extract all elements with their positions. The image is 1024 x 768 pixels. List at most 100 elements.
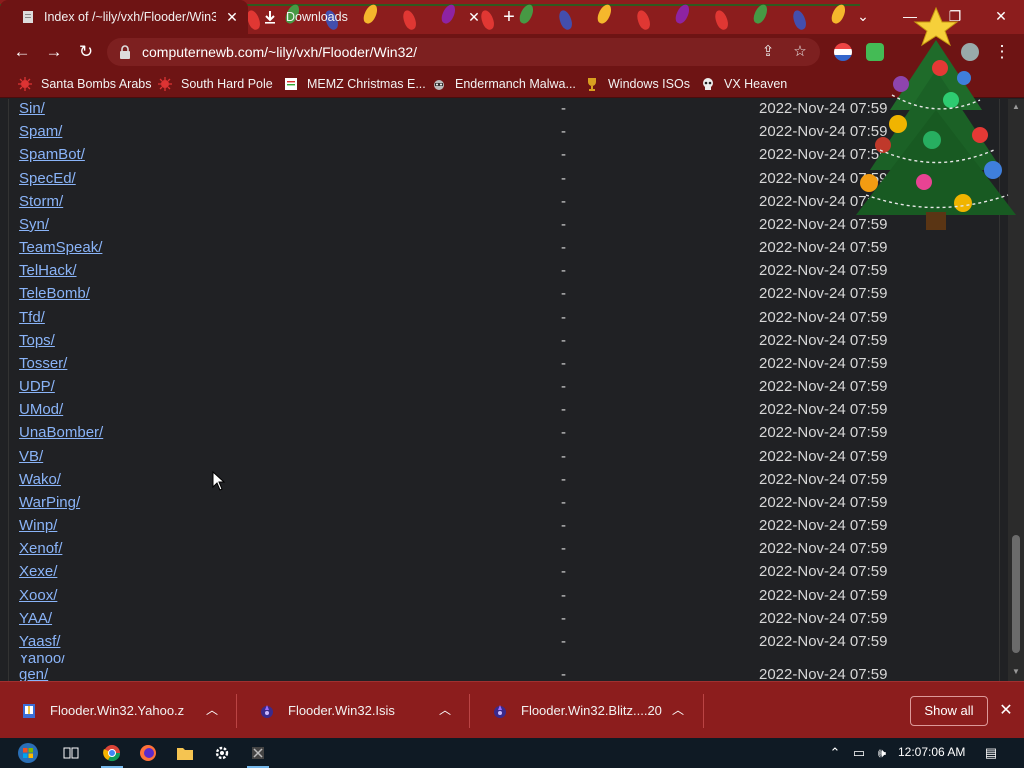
close-tab-icon[interactable]: ✕ xyxy=(224,9,240,25)
file-size: - xyxy=(561,215,566,233)
page-favicon-icon xyxy=(20,9,36,25)
bookmark-windows-isos[interactable]: Windows ISOs xyxy=(584,75,690,93)
new-tab-plus-icon[interactable]: + xyxy=(499,7,519,27)
close-window-icon[interactable]: ✕ xyxy=(984,0,1018,34)
directory-link[interactable]: UDP/ xyxy=(19,378,55,395)
taskbar-clock[interactable]: 12:07:06 AM xyxy=(898,745,965,759)
more-menu-icon[interactable]: ⋮ xyxy=(990,40,1014,64)
file-size: - xyxy=(561,632,566,650)
show-all-downloads-button[interactable]: Show all xyxy=(910,696,988,726)
table-row: Xoox/ - 2022-Nov-24 07:59 xyxy=(0,586,1000,609)
scroll-up-arrow-icon[interactable]: ▲ xyxy=(1011,102,1021,112)
modified-date: 2022-Nov-24 07:59 xyxy=(759,493,888,511)
scrollbar-thumb[interactable] xyxy=(1012,535,1020,653)
download-item-yahoo[interactable]: Flooder.Win32.Yahoo.z ︿ xyxy=(0,682,234,739)
extension-s-icon[interactable] xyxy=(866,43,884,61)
bookmark-endermanch-malware[interactable]: Endermanch Malwa... xyxy=(431,75,576,93)
tab-downloads[interactable]: Downloads ✕ xyxy=(242,0,490,34)
download-shelf: Flooder.Win32.Yahoo.z ︿ Flooder.Win32.Is… xyxy=(0,681,1024,738)
download-item-isis[interactable]: Flooder.Win32.Isis ︿ xyxy=(238,682,470,739)
download-options-chevron-icon[interactable]: ︿ xyxy=(437,702,453,718)
file-size: - xyxy=(561,378,566,396)
tab-search-chevron-icon[interactable]: ⌄ xyxy=(846,0,880,34)
directory-link[interactable]: UMod/ xyxy=(19,401,63,418)
file-size: - xyxy=(561,517,566,535)
modified-date: 2022-Nov-24 07:59 xyxy=(759,169,888,187)
reload-icon[interactable]: ↻ xyxy=(74,40,98,64)
file-size: - xyxy=(561,100,566,117)
network-icon[interactable]: ▭ xyxy=(850,744,868,762)
scroll-down-arrow-icon[interactable]: ▼ xyxy=(1011,667,1021,677)
file-size: - xyxy=(561,609,566,627)
directory-link[interactable]: Tfd/ xyxy=(19,309,45,326)
firefox-taskbar-icon[interactable] xyxy=(135,741,161,765)
zip-file-icon xyxy=(20,702,38,720)
bookmarks-bar: Santa Bombs Arabs South Hard Pole MEMZ C… xyxy=(0,70,1024,98)
back-arrow-icon[interactable]: ← xyxy=(10,40,34,64)
page-scrollbar[interactable]: ▲ ▼ xyxy=(1008,99,1024,681)
directory-link[interactable]: Storm/ xyxy=(19,193,63,210)
directory-link[interactable]: Yaasf/ xyxy=(19,633,60,650)
file-explorer-icon[interactable] xyxy=(172,741,198,765)
file-size: - xyxy=(561,424,566,442)
extension-flag-icon[interactable] xyxy=(834,43,852,61)
table-row: SpamBot/ - 2022-Nov-24 07:59 xyxy=(0,145,1000,168)
bookmark-santa-bombs-arabs[interactable]: Santa Bombs Arabs xyxy=(17,75,151,93)
minimize-icon[interactable]: — xyxy=(893,0,927,34)
close-tab-icon[interactable]: ✕ xyxy=(466,9,482,25)
table-row: Storm/ - 2022-Nov-24 07:59 xyxy=(0,192,1000,215)
directory-link[interactable]: Xexe/ xyxy=(19,563,57,580)
restore-icon[interactable]: ❐ xyxy=(938,0,972,34)
profile-avatar-icon[interactable] xyxy=(961,43,979,61)
share-icon[interactable]: ⇪ xyxy=(759,43,777,61)
modified-date: 2022-Nov-24 07:59 xyxy=(759,447,888,465)
notifications-icon[interactable]: ▤ xyxy=(982,744,1000,762)
table-row: Tosser/ - 2022-Nov-24 07:59 xyxy=(0,354,1000,377)
directory-link[interactable]: Winp/ xyxy=(19,517,57,534)
bookmark-memz-christmas[interactable]: MEMZ Christmas E... xyxy=(283,75,426,93)
directory-link[interactable]: Syn/ xyxy=(19,216,49,233)
modified-date: 2022-Nov-24 07:59 xyxy=(759,239,888,257)
directory-link[interactable]: YAA/ xyxy=(19,610,52,627)
forward-arrow-icon[interactable]: → xyxy=(42,40,66,64)
windows-taskbar: ⌃ ▭ 🕪 12:07:06 AM ▤ xyxy=(0,738,1024,768)
directory-link[interactable]: UnaBomber/ xyxy=(19,424,103,441)
download-item-blitz[interactable]: Flooder.Win32.Blitz....20 ︿ xyxy=(471,682,703,739)
bookmark-vx-heaven[interactable]: VX Heaven xyxy=(700,75,787,93)
start-button-icon[interactable] xyxy=(12,741,44,765)
download-options-chevron-icon[interactable]: ︿ xyxy=(204,702,220,718)
settings-gear-icon[interactable] xyxy=(209,741,235,765)
directory-link[interactable]: Tops/ xyxy=(19,332,55,349)
directory-link[interactable]: VB/ xyxy=(19,448,43,465)
modified-date: 2022-Nov-24 07:59 xyxy=(759,123,888,141)
table-row: Yaasf/ - 2022-Nov-24 07:59 xyxy=(0,632,1000,655)
bookmark-star-icon[interactable]: ☆ xyxy=(791,43,809,61)
address-bar[interactable]: computernewb.com/~lily/vxh/Flooder/Win32… xyxy=(107,38,820,66)
directory-link[interactable]: SpecEd/ xyxy=(19,170,76,187)
directory-link[interactable]: TeleBomb/ xyxy=(19,285,90,302)
download-filename: Flooder.Win32.Yahoo.z xyxy=(50,703,185,718)
file-size: - xyxy=(561,169,566,187)
directory-link[interactable]: WarPing/ xyxy=(19,494,80,511)
show-hidden-icons-chevron-icon[interactable]: ⌃ xyxy=(826,744,844,762)
tab-index-of-win32[interactable]: Index of /~lily/vxh/Flooder/Win32 ✕ xyxy=(0,0,248,34)
directory-link[interactable]: Tosser/ xyxy=(19,355,67,372)
table-row: Xexe/ - 2022-Nov-24 07:59 xyxy=(0,562,1000,585)
file-size: - xyxy=(561,540,566,558)
directory-link[interactable]: TelHack/ xyxy=(19,262,77,279)
task-view-icon[interactable] xyxy=(58,741,84,765)
malware-app-taskbar-icon[interactable] xyxy=(245,741,271,768)
bookmark-south-hard-pole[interactable]: South Hard Pole xyxy=(157,75,273,93)
download-options-chevron-icon[interactable]: ︿ xyxy=(670,702,686,718)
volume-icon[interactable]: 🕪 xyxy=(873,744,891,762)
directory-link[interactable]: Spam/ xyxy=(19,123,62,140)
close-download-shelf-icon[interactable]: ✕ xyxy=(997,702,1015,720)
directory-link[interactable]: SpamBot/ xyxy=(19,146,85,163)
directory-link[interactable]: Xoox/ xyxy=(19,587,57,604)
directory-link[interactable]: gen/ xyxy=(19,666,48,681)
directory-link[interactable]: Wako/ xyxy=(19,471,61,488)
directory-link[interactable]: TeamSpeak/ xyxy=(19,239,102,256)
directory-link[interactable]: Sin/ xyxy=(19,100,45,117)
directory-link[interactable]: Xenof/ xyxy=(19,540,62,557)
chrome-taskbar-icon[interactable] xyxy=(99,741,125,768)
